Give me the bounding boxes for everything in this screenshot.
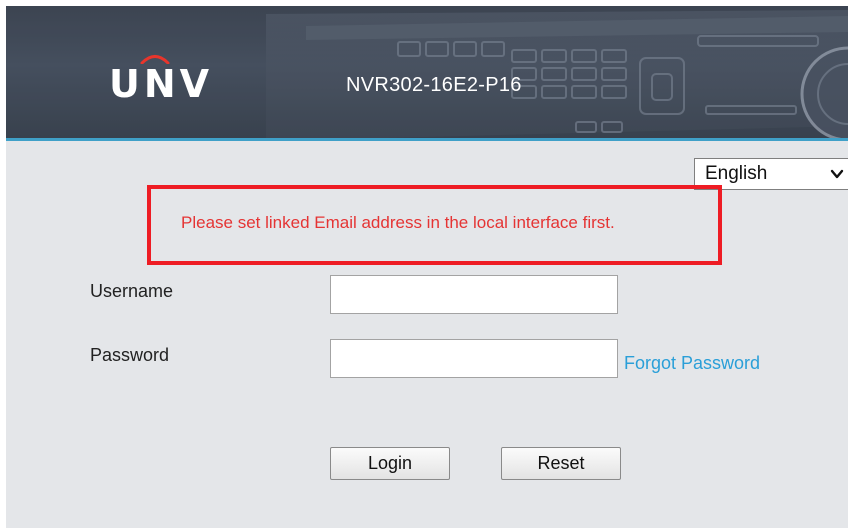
brand-logo: UNV [109, 55, 209, 108]
logo-arc-icon [140, 55, 170, 64]
username-label: Username [90, 281, 174, 301]
forgot-password-link[interactable]: Forgot Password [624, 353, 760, 374]
login-button[interactable]: Login [330, 447, 450, 480]
brand-logo-text: UNV [109, 62, 214, 106]
login-page: UNV NVR302-16E2-P16 English Please set l… [6, 6, 848, 528]
chevron-down-icon [830, 169, 844, 179]
header-banner: UNV NVR302-16E2-P16 [6, 6, 848, 141]
password-input[interactable] [330, 339, 618, 378]
alert-message: Please set linked Email address in the l… [181, 213, 615, 232]
password-label: Password [90, 345, 170, 365]
device-model: NVR302-16E2-P16 [346, 74, 522, 96]
reset-button[interactable]: Reset [501, 447, 621, 480]
language-select-value: English [705, 163, 768, 184]
username-input[interactable] [330, 275, 618, 314]
alert-box: Please set linked Email address in the l… [147, 185, 722, 265]
